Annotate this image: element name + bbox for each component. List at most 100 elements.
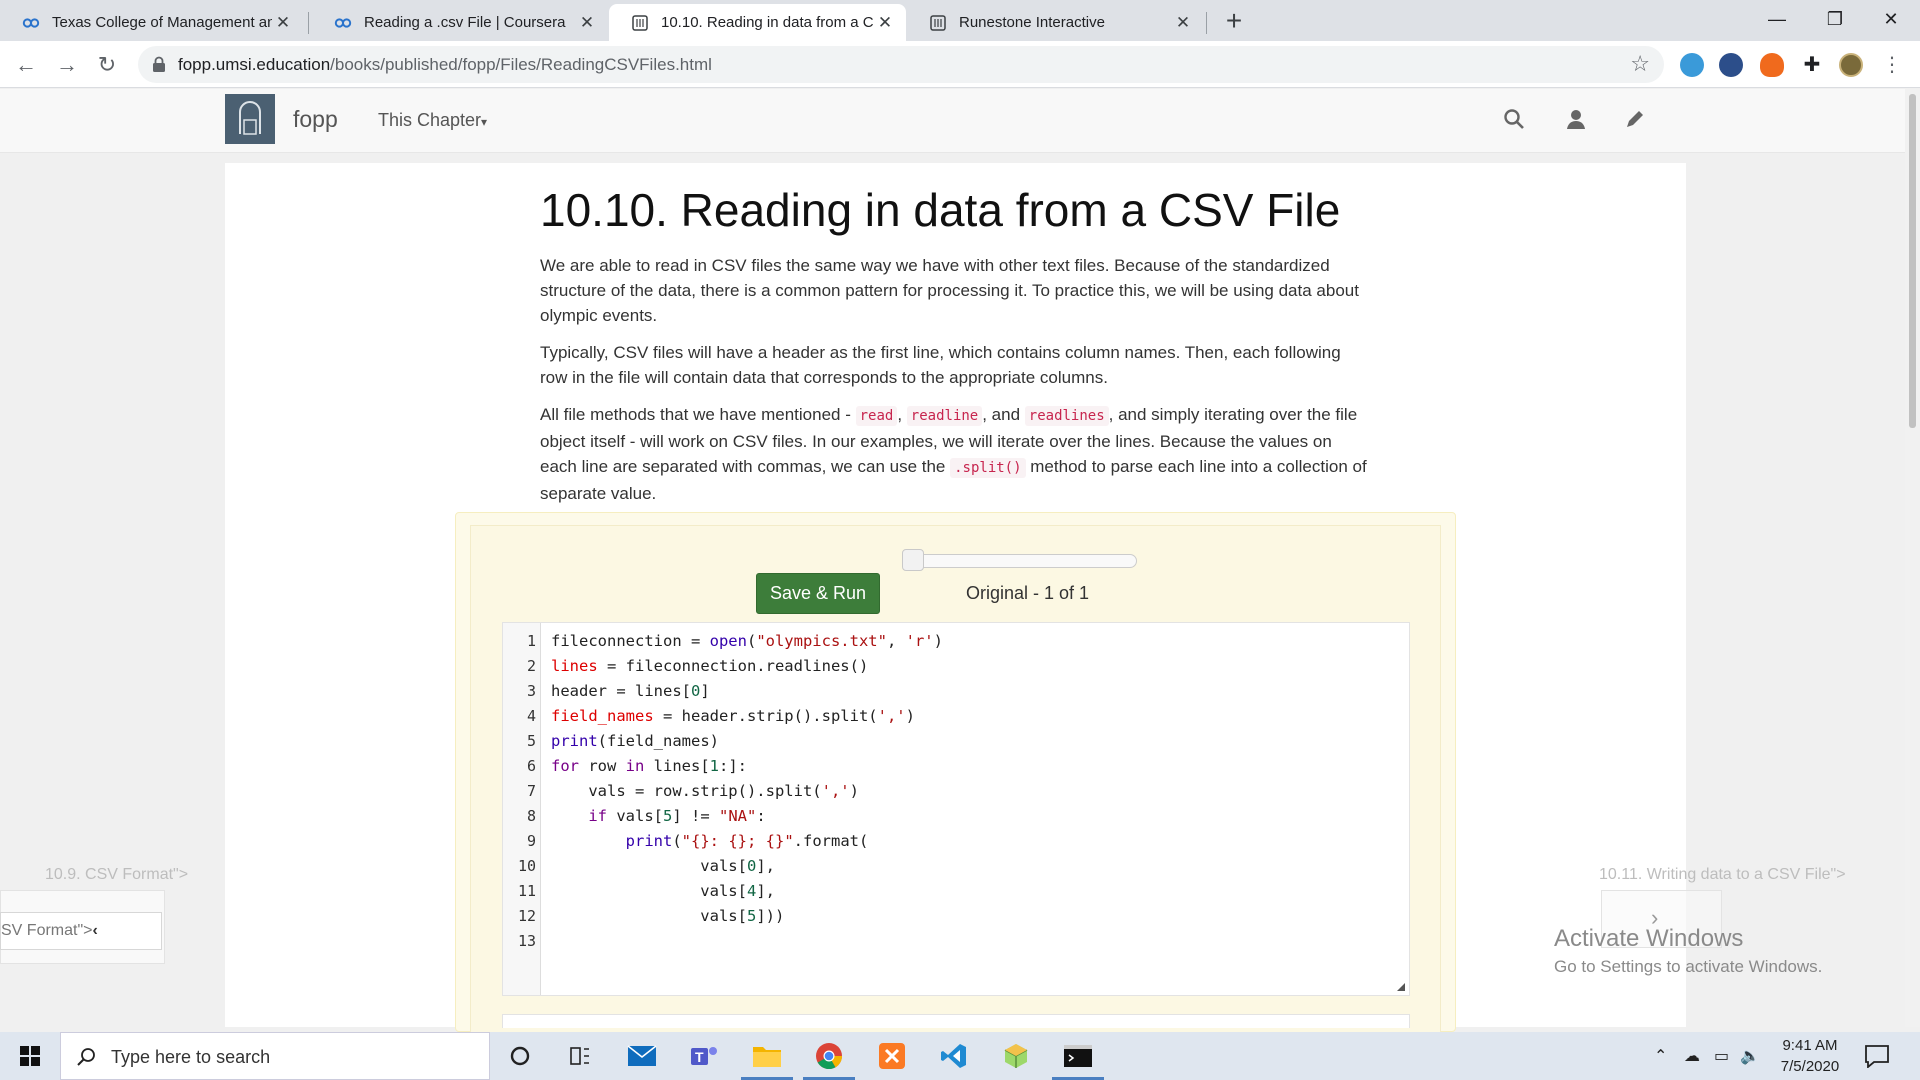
- tab-title: Runestone Interactive: [959, 14, 1105, 31]
- prev-page-label: SV Format">: [1, 922, 93, 939]
- scrollbar-thumb[interactable]: [1909, 94, 1916, 428]
- code-line[interactable]: if vals[5] != "NA":: [551, 804, 943, 829]
- code-line[interactable]: print("{}: {}; {}".format(: [551, 829, 943, 854]
- code-line[interactable]: vals[5])): [551, 904, 943, 929]
- code-line[interactable]: field_names = header.strip().split(','): [551, 704, 943, 729]
- extension-blue-icon[interactable]: [1680, 53, 1704, 77]
- browser-menu-icon[interactable]: ⋮: [1880, 53, 1904, 77]
- extension-flame-icon[interactable]: [1760, 53, 1784, 77]
- browser-tab-2[interactable]: Reading a .csv File | Coursera ✕: [312, 4, 608, 41]
- teams-icon[interactable]: T: [674, 1032, 734, 1080]
- browser-tab-1[interactable]: Texas College of Management an ✕: [0, 4, 304, 41]
- chrome-icon[interactable]: [799, 1032, 859, 1080]
- profile-avatar[interactable]: [1839, 53, 1863, 77]
- chapter-menu-label: This Chapter: [378, 110, 482, 130]
- search-placeholder: Type here to search: [111, 1047, 271, 1067]
- tray-chevron-up-icon[interactable]: ⌃: [1654, 1046, 1667, 1066]
- code-line[interactable]: header = lines[0]: [551, 679, 943, 704]
- history-slider[interactable]: [903, 554, 1137, 568]
- text-run: ,: [897, 405, 907, 424]
- code-line[interactable]: for row in lines[1:]:: [551, 754, 943, 779]
- line-number: 7: [526, 782, 536, 800]
- browser-tab-strip: Texas College of Management an ✕ Reading…: [0, 0, 1920, 41]
- cube-app-icon[interactable]: [986, 1032, 1046, 1080]
- taskbar-search[interactable]: Type here to search: [60, 1032, 490, 1080]
- system-clock[interactable]: 9:41 AM 7/5/2020: [1770, 1035, 1850, 1077]
- paragraph-1: We are able to read in CSV files the sam…: [540, 256, 1359, 325]
- url-text: fopp.umsi.education/books/published/fopp…: [178, 55, 712, 75]
- user-icon[interactable]: [1564, 107, 1588, 131]
- reload-icon[interactable]: ↻: [91, 49, 123, 81]
- inline-code-readline: readline: [906, 406, 983, 426]
- resize-handle-icon[interactable]: [1397, 983, 1405, 991]
- prev-page-button[interactable]: SV Format">‹: [0, 912, 162, 950]
- pencil-icon[interactable]: [1623, 107, 1647, 131]
- code-line[interactable]: print(field_names): [551, 729, 943, 754]
- terminal-icon[interactable]: [1048, 1032, 1108, 1080]
- tab-divider: [1206, 12, 1207, 34]
- windows-start-icon[interactable]: [0, 1032, 60, 1080]
- restore-icon[interactable]: ❐: [1806, 0, 1864, 41]
- tab-divider: [308, 12, 309, 34]
- text-run: All file methods that we have mentioned …: [540, 405, 856, 424]
- line-number-gutter: 1 2 3 4 5 6 7 8 9 10 11 12 13: [503, 623, 541, 995]
- save-run-button[interactable]: Save & Run: [756, 573, 880, 614]
- extension-mask-icon[interactable]: [1719, 53, 1743, 77]
- prev-page-link[interactable]: 10.9. CSV Format">: [45, 866, 188, 884]
- forward-arrow-icon[interactable]: →: [51, 49, 83, 81]
- code-line[interactable]: vals = row.strip().split(','): [551, 779, 943, 804]
- lock-icon: [153, 56, 165, 72]
- close-tab-icon[interactable]: ✕: [874, 13, 896, 33]
- code-editor[interactable]: 1 2 3 4 5 6 7 8 9 10 11 12 13 fileconnection = open(…: [502, 622, 1410, 996]
- action-center-icon[interactable]: [1864, 1044, 1890, 1068]
- inline-code-readlines: readlines: [1024, 406, 1109, 426]
- runestone-logo[interactable]: [225, 94, 275, 144]
- code-line[interactable]: [551, 929, 943, 954]
- site-brand[interactable]: fopp: [293, 106, 338, 133]
- file-explorer-icon[interactable]: [737, 1032, 797, 1080]
- vscode-icon[interactable]: [924, 1032, 984, 1080]
- code-line[interactable]: lines = fileconnection.readlines(): [551, 654, 943, 679]
- line-number: 1: [526, 632, 536, 650]
- line-number: 2: [526, 657, 536, 675]
- task-view-icon[interactable]: [550, 1032, 610, 1080]
- chevron-left-icon: ‹: [92, 922, 98, 939]
- onedrive-cloud-icon[interactable]: ☁: [1684, 1046, 1700, 1066]
- xampp-icon[interactable]: [862, 1032, 922, 1080]
- this-chapter-dropdown[interactable]: This Chapter▾: [378, 110, 487, 131]
- new-tab-icon[interactable]: +: [1218, 6, 1250, 38]
- page-title: 10.10. Reading in data from a CSV File: [540, 184, 1341, 236]
- inline-code-read: read: [855, 406, 898, 426]
- search-icon[interactable]: [1502, 107, 1526, 131]
- code-line[interactable]: fileconnection = open("olympics.txt", 'r…: [551, 629, 943, 654]
- watermark-line-2: Go to Settings to activate Windows.: [1554, 957, 1823, 976]
- line-number: 10: [517, 857, 536, 875]
- minimize-icon[interactable]: —: [1748, 0, 1806, 41]
- browser-toolbar: ← → ↻ fopp.umsi.education/books/publishe…: [0, 41, 1920, 88]
- address-bar[interactable]: fopp.umsi.education/books/published/fopp…: [138, 46, 1664, 83]
- close-tab-icon[interactable]: ✕: [272, 13, 294, 33]
- code-line[interactable]: vals[0],: [551, 854, 943, 879]
- extensions-puzzle-icon[interactable]: ✚: [1800, 53, 1824, 77]
- close-tab-icon[interactable]: ✕: [1172, 13, 1194, 33]
- text-run: , and: [982, 405, 1025, 424]
- window-close-icon[interactable]: ✕: [1862, 0, 1920, 41]
- site-navbar: fopp This Chapter▾: [0, 89, 1905, 153]
- svg-text:T: T: [695, 1049, 704, 1065]
- history-slider-handle[interactable]: [902, 549, 924, 571]
- next-page-link[interactable]: 10.11. Writing data to a CSV File">: [1599, 866, 1846, 884]
- url-host: fopp.umsi.education: [178, 55, 331, 74]
- battery-icon[interactable]: ▭: [1714, 1046, 1729, 1066]
- mail-icon[interactable]: [612, 1032, 672, 1080]
- back-arrow-icon[interactable]: ←: [10, 49, 42, 81]
- volume-icon[interactable]: 🔈: [1740, 1046, 1760, 1066]
- bookmark-star-icon[interactable]: ☆: [1630, 51, 1650, 77]
- code-line[interactable]: vals[4],: [551, 879, 943, 904]
- code-lines[interactable]: fileconnection = open("olympics.txt", 'r…: [551, 629, 943, 954]
- inline-code-split: .split(): [950, 458, 1026, 478]
- browser-tab-4[interactable]: Runestone Interactive ✕: [907, 4, 1204, 41]
- close-tab-icon[interactable]: ✕: [576, 13, 598, 33]
- browser-tab-3-active[interactable]: 10.10. Reading in data from a CS ✕: [609, 4, 906, 41]
- caret-down-icon: ▾: [481, 115, 488, 129]
- cortana-icon[interactable]: [490, 1032, 550, 1080]
